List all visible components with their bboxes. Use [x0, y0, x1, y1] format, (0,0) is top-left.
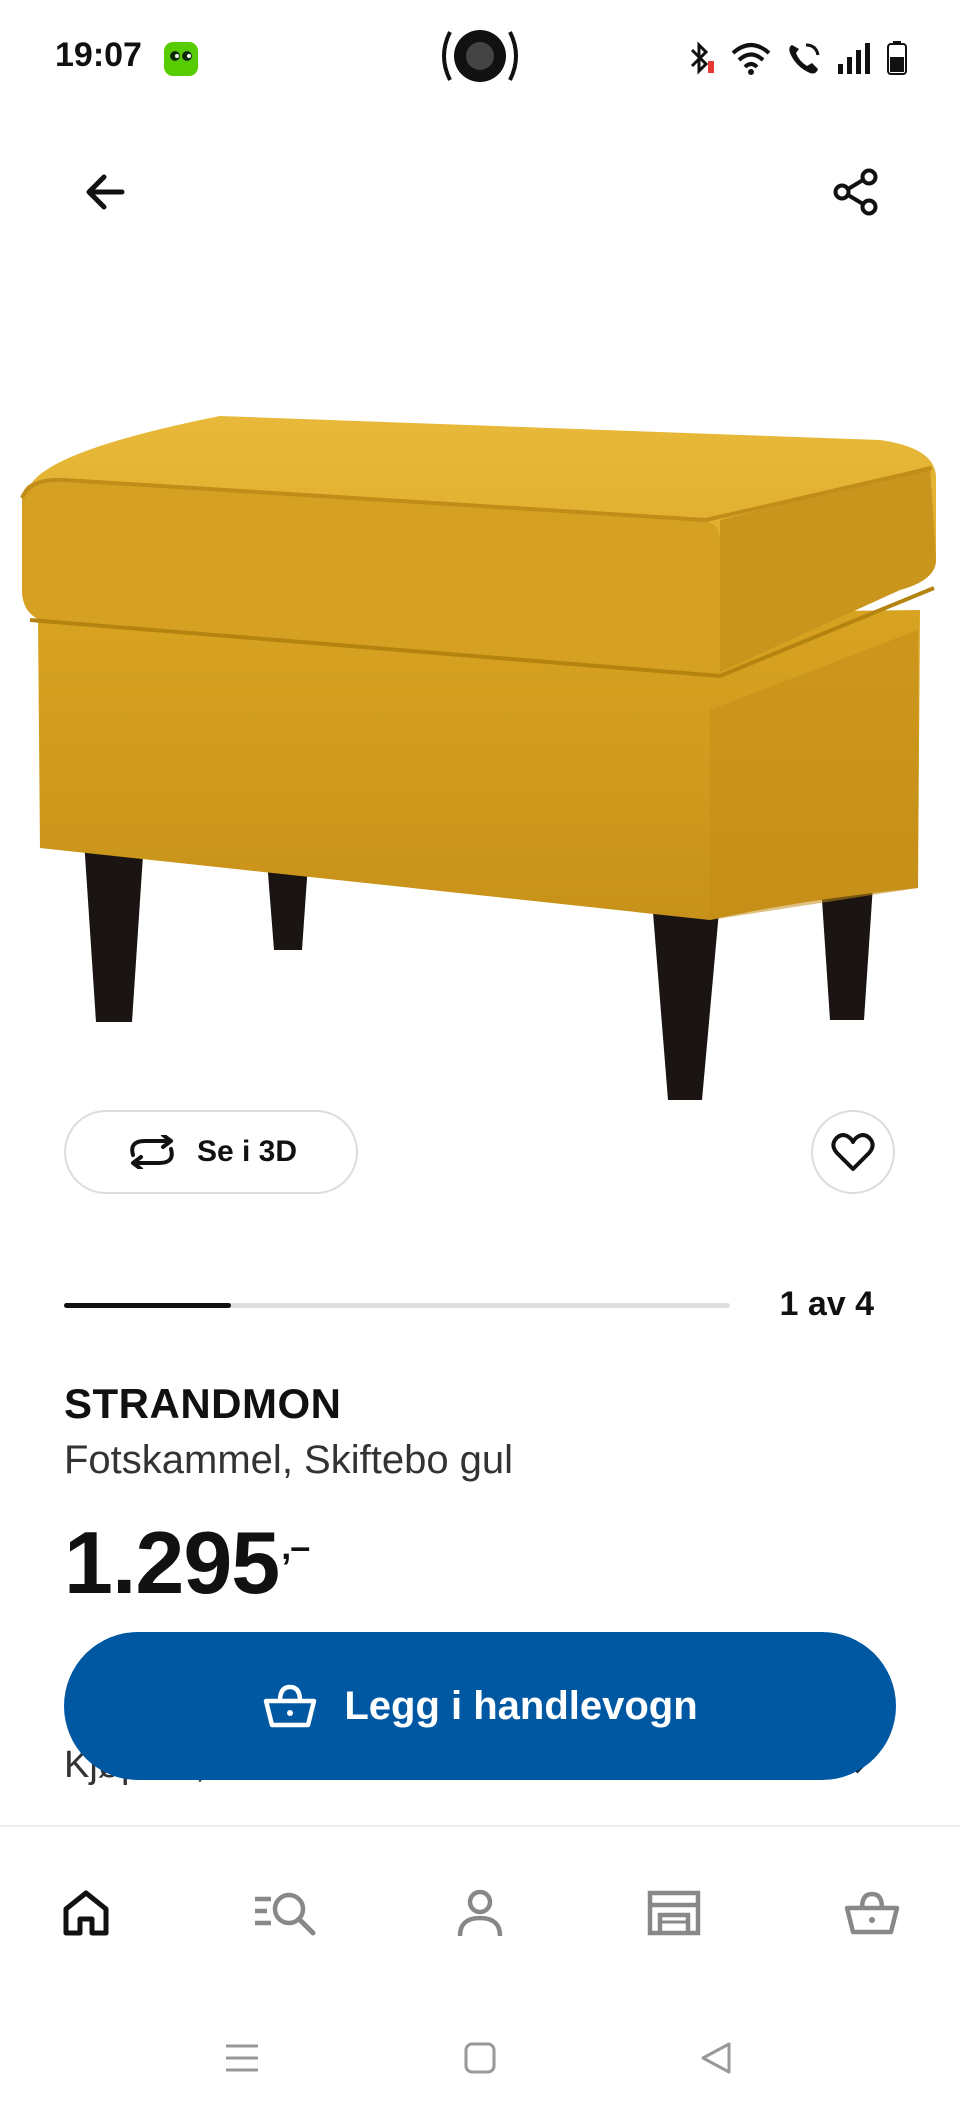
product-description: Fotskammel, Skiftebo gul	[64, 1438, 514, 1482]
arrow-left-icon	[86, 174, 125, 210]
basket-icon	[264, 1684, 317, 1728]
nav-stores[interactable]	[644, 1883, 704, 1943]
triangle-back-icon	[701, 2042, 731, 2074]
nav-cart[interactable]	[842, 1883, 902, 1943]
bottom-navigation	[0, 1825, 960, 1992]
square-icon	[464, 2042, 496, 2074]
top-app-bar	[0, 150, 960, 230]
status-icons	[686, 36, 908, 80]
image-carousel-progress-fill	[64, 1303, 231, 1308]
add-to-cart-button[interactable]: Legg i handlevogn	[64, 1632, 896, 1780]
store-icon	[647, 1890, 701, 1936]
search-list-icon	[255, 1892, 316, 1936]
share-button[interactable]	[828, 164, 884, 220]
nav-home[interactable]	[56, 1883, 116, 1943]
rotate-3d-icon	[130, 1135, 174, 1169]
product-name: STRANDMON	[64, 1380, 342, 1427]
status-bar: 19:07	[0, 0, 960, 112]
back-button[interactable]	[78, 164, 134, 220]
wifi-icon	[731, 43, 771, 75]
signal-icon	[838, 43, 870, 74]
image-carousel-progress	[64, 1303, 730, 1308]
duolingo-app-icon	[164, 42, 198, 76]
share-icon	[833, 168, 878, 216]
price-value: 1.295	[64, 1513, 280, 1612]
home-icon	[63, 1890, 109, 1936]
back-system-button[interactable]	[694, 2036, 738, 2080]
home-system-button[interactable]	[458, 2036, 502, 2080]
person-icon	[457, 1889, 503, 1937]
product-image[interactable]	[0, 380, 960, 1120]
status-time: 19:07	[55, 36, 142, 74]
wifi-call-icon	[789, 43, 820, 74]
media-badge-icon	[442, 30, 518, 82]
menu-icon	[226, 2044, 258, 2072]
basket-icon	[844, 1891, 900, 1935]
recent-apps-button[interactable]	[220, 2036, 264, 2080]
nav-search[interactable]	[250, 1883, 320, 1943]
product-price: 1.295,–	[64, 1512, 310, 1614]
favorite-button[interactable]	[811, 1110, 895, 1194]
system-navigation-bar	[0, 2000, 960, 2112]
price-suffix: ,–	[281, 1526, 310, 1567]
add-to-cart-label: Legg i handlevogn	[344, 1683, 698, 1728]
image-counter: 1 av 4	[779, 1285, 874, 1323]
battery-icon	[887, 41, 907, 75]
heart-icon	[831, 1133, 875, 1171]
view-in-3d-button[interactable]: Se i 3D	[64, 1110, 358, 1194]
view-in-3d-label: Se i 3D	[196, 1135, 298, 1168]
bluetooth-icon	[690, 41, 714, 75]
nav-profile[interactable]	[450, 1883, 510, 1943]
